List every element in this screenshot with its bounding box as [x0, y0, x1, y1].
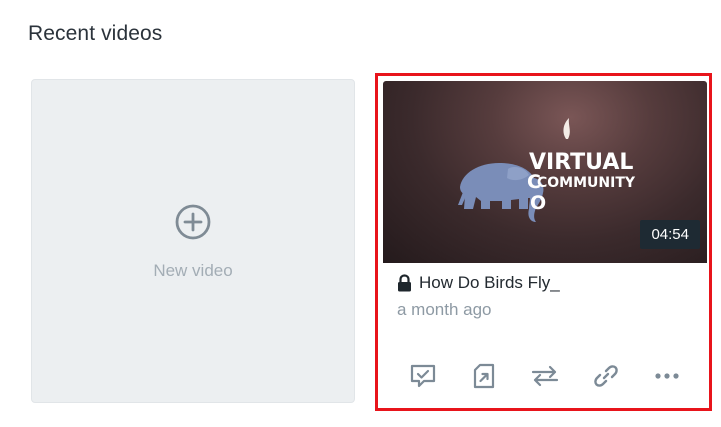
flame-icon	[563, 118, 570, 139]
lock-icon	[398, 274, 411, 292]
video-actions-toolbar	[398, 361, 698, 393]
new-video-label: New video	[153, 261, 233, 280]
video-title[interactable]: How Do Birds Fly_	[419, 273, 560, 293]
comments-icon	[410, 364, 436, 388]
open-external-button[interactable]	[469, 361, 499, 391]
video-thumbnail[interactable]: VIRTUAL COMMUNITY C O 04:54	[383, 81, 707, 263]
thumbnail-line1: VIRTUAL	[529, 150, 633, 175]
thumbnail-line2: COMMUNITY	[537, 175, 636, 191]
plus-circle-icon	[175, 204, 211, 240]
new-video-card[interactable]: New video	[31, 79, 355, 403]
open-external-icon	[473, 363, 495, 389]
thumbnail-letter-o: O	[530, 192, 546, 214]
swap-icon	[531, 365, 559, 387]
more-button[interactable]	[652, 361, 682, 391]
recent-videos-page: Recent videos New video VIRTUAL COMMUNIT…	[0, 0, 721, 427]
more-icon	[655, 373, 679, 379]
swap-button[interactable]	[530, 361, 560, 391]
thumbnail-letter-c: C	[527, 171, 541, 193]
copy-link-button[interactable]	[591, 361, 621, 391]
comments-button[interactable]	[408, 361, 438, 391]
link-icon	[594, 365, 618, 387]
video-card[interactable]: VIRTUAL COMMUNITY C O 04:54 How Do Birds…	[375, 73, 712, 411]
duration-badge: 04:54	[640, 220, 700, 249]
section-title: Recent videos	[28, 22, 163, 45]
video-age: a month ago	[397, 300, 492, 319]
video-title-row: How Do Birds Fly_	[397, 273, 560, 293]
